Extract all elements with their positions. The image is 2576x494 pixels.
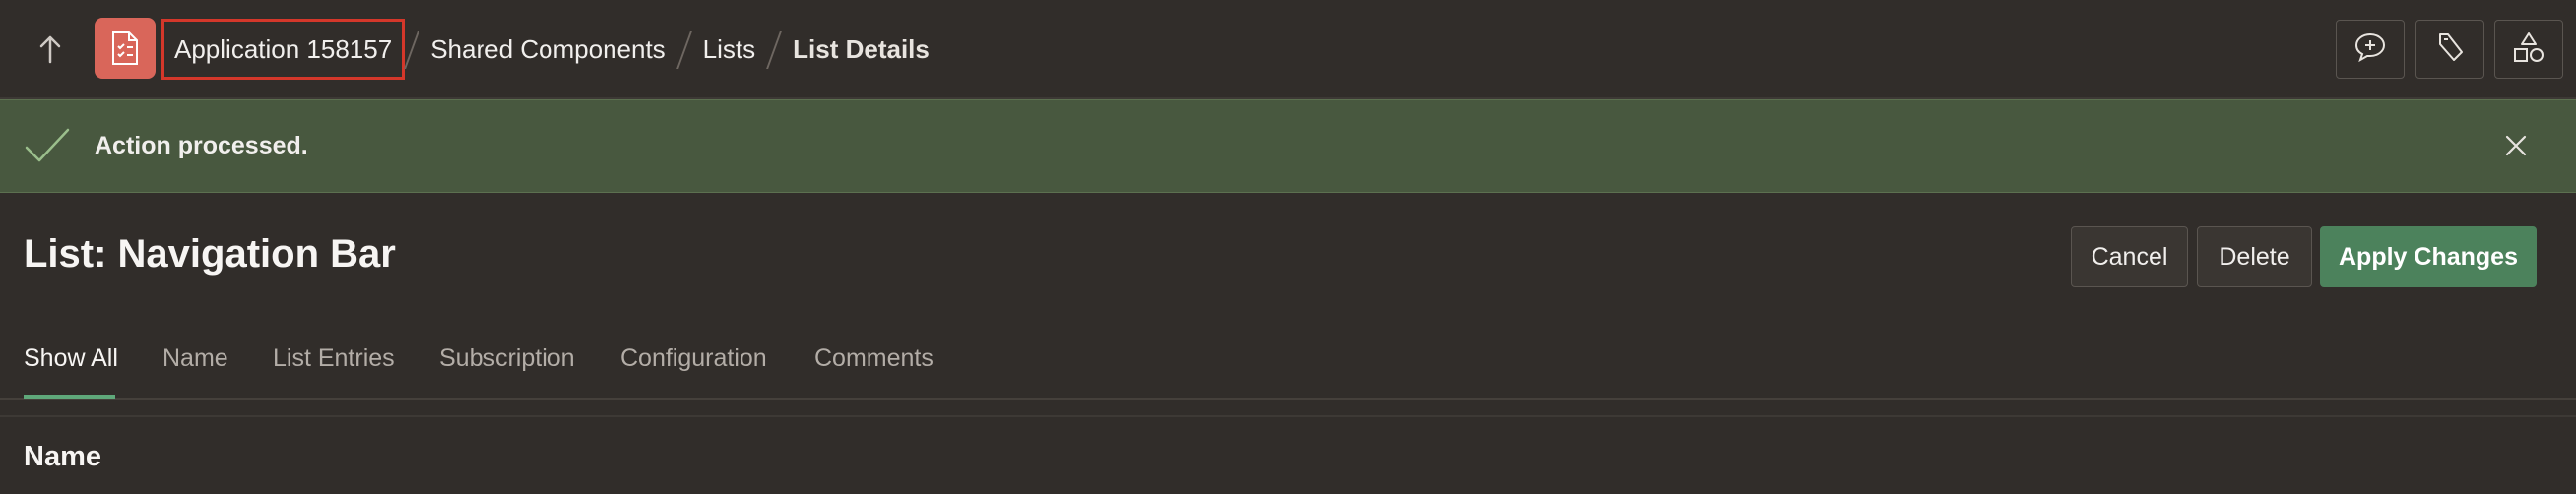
close-icon[interactable] (2496, 126, 2536, 165)
tab-name[interactable]: Name (162, 344, 228, 398)
shapes-button[interactable] (2494, 20, 2563, 79)
check-icon (24, 126, 71, 165)
breadcrumb-lists[interactable]: Lists (691, 22, 767, 77)
breadcrumb-shared-components[interactable]: Shared Components (419, 22, 676, 77)
feedback-button[interactable] (2336, 20, 2405, 79)
apply-changes-button[interactable]: Apply Changes (2320, 226, 2537, 287)
delete-button[interactable]: Delete (2197, 226, 2312, 287)
breadcrumb: Application 158157 Shared Components Lis… (161, 19, 941, 80)
section-divider (0, 415, 2576, 417)
section-title-name: Name (24, 441, 101, 472)
top-bar: Application 158157 Shared Components Lis… (0, 0, 2576, 99)
breadcrumb-separator (677, 30, 691, 69)
breadcrumb-list-details: List Details (793, 33, 930, 64)
cancel-button[interactable]: Cancel (2071, 226, 2188, 287)
tab-list-entries[interactable]: List Entries (273, 344, 395, 398)
tab-configuration[interactable]: Configuration (620, 344, 767, 398)
breadcrumb-separator (405, 30, 419, 69)
success-message-text: Action processed. (95, 132, 308, 159)
breadcrumb-application[interactable]: Application 158157 (161, 19, 406, 80)
region-tabs: Show All Name List Entries Subscription … (0, 331, 2576, 400)
feedback-icon (2353, 31, 2387, 68)
application-icon[interactable] (95, 18, 156, 79)
success-message: Action processed. (0, 99, 2576, 193)
utilities-icon (2434, 31, 2466, 69)
utilities-button[interactable] (2415, 20, 2484, 79)
tab-show-all[interactable]: Show All (24, 344, 118, 399)
arrow-up-icon[interactable] (22, 22, 79, 77)
breadcrumb-separator (767, 30, 781, 69)
page-title: List: Navigation Bar (24, 232, 396, 276)
tab-subscription[interactable]: Subscription (439, 344, 575, 398)
tab-comments[interactable]: Comments (814, 344, 934, 398)
shapes-icon (2512, 31, 2545, 69)
